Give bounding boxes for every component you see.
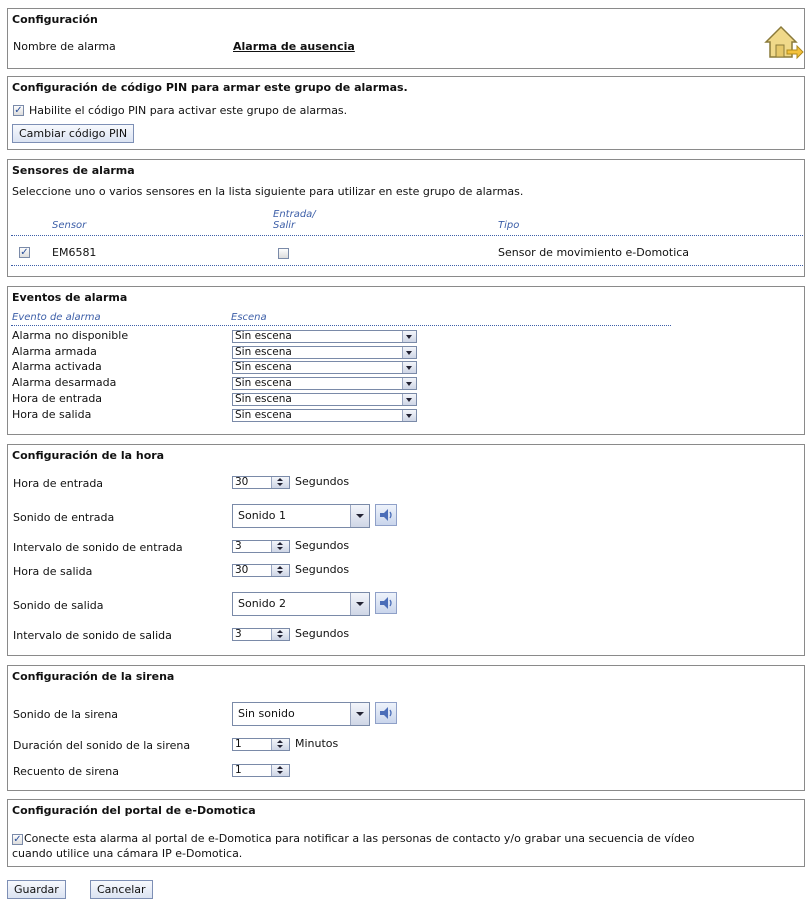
event-label: Alarma desarmada [12, 376, 117, 389]
alarm-name-value[interactable]: Alarma de ausencia [233, 40, 355, 53]
portal-connect-text-1: Conecte esta alarma al portal de e-Domot… [24, 832, 695, 845]
siren-duration-unit: Minutos [295, 737, 339, 750]
exit-sound-label: Sonido de salida [13, 599, 104, 612]
speaker-icon [380, 707, 392, 719]
time-title: Configuración de la hora [12, 449, 165, 462]
sensors-row-divider [11, 265, 803, 266]
siren-duration-label: Duración del sonido de la sirena [13, 739, 191, 752]
cancel-button[interactable]: Cancelar [90, 880, 153, 899]
config-title: Configuración [12, 13, 98, 26]
siren-title: Configuración de la sirena [12, 670, 175, 683]
siren-count-label: Recuento de sirena [13, 765, 120, 778]
siren-panel: Configuración de la sirena Sonido de la … [7, 665, 805, 791]
col-type-header: Tipo [498, 220, 520, 231]
entry-time-unit: Segundos [295, 475, 350, 488]
event-label: Hora de entrada [12, 392, 103, 405]
siren-sound-label: Sonido de la sirena [13, 708, 119, 721]
exit-interval-label: Intervalo de sonido de salida [13, 629, 172, 642]
pin-title: Configuración de código PIN para armar e… [12, 81, 408, 94]
exit-sound-play-button[interactable] [375, 592, 397, 614]
entry-sound-select[interactable]: Sonido 1 [232, 504, 370, 528]
event-scene-select[interactable]: Sin escena [232, 361, 417, 374]
siren-duration-stepper[interactable]: 1 [232, 738, 290, 751]
sensors-header-divider [11, 235, 803, 236]
col-entry-header-1: Entrada/ [273, 209, 316, 220]
change-pin-button[interactable]: Cambiar código PIN [12, 124, 135, 143]
portal-panel: Configuración del portal de e-Domotica ✓… [7, 799, 805, 867]
sensors-description: Seleccione uno o varios sensores en la l… [12, 185, 524, 198]
entry-time-label: Hora de entrada [13, 477, 104, 490]
exit-time-label: Hora de salida [13, 565, 93, 578]
entry-interval-unit: Segundos [295, 539, 350, 552]
sensor-name: EM6581 [52, 246, 97, 259]
speaker-icon [380, 597, 392, 609]
event-scene-select[interactable]: Sin escena [232, 330, 417, 343]
events-header-divider [11, 325, 671, 326]
col-scene-header: Escena [231, 312, 267, 323]
speaker-icon [380, 509, 392, 521]
sensors-panel: Sensores de alarma Seleccione uno o vari… [7, 159, 805, 277]
entry-sound-play-button[interactable] [375, 504, 397, 526]
event-scene-select[interactable]: Sin escena [232, 377, 417, 390]
alarm-name-label: Nombre de alarma [13, 40, 116, 53]
event-label: Alarma armada [12, 345, 97, 358]
exit-interval-unit: Segundos [295, 627, 350, 640]
entry-time-stepper[interactable]: 30 [232, 476, 290, 489]
col-entry-header-2: Salir [273, 220, 296, 231]
sensor-entry-exit-checkbox[interactable] [278, 248, 289, 259]
event-label: Alarma no disponible [12, 329, 129, 342]
sensor-select-checkbox[interactable]: ✓ [19, 247, 30, 258]
events-panel: Eventos de alarma Evento de alarma Escen… [7, 286, 805, 435]
pin-enable-label: Habilite el código PIN para activar este… [29, 104, 348, 117]
sensors-title: Sensores de alarma [12, 164, 135, 177]
save-button[interactable]: Guardar [7, 880, 66, 899]
event-scene-select[interactable]: Sin escena [232, 409, 417, 422]
event-scene-select[interactable]: Sin escena [232, 393, 417, 406]
siren-count-stepper[interactable]: 1 [232, 764, 290, 777]
exit-interval-stepper[interactable]: 3 [232, 628, 290, 641]
sensor-type: Sensor de movimiento e-Domotica [498, 246, 690, 259]
event-label: Hora de salida [12, 408, 92, 421]
portal-connect-text-2: cuando utilice una cámara IP e-Domotica. [12, 847, 243, 860]
col-event-header: Evento de alarma [12, 312, 101, 323]
portal-connect-checkbox[interactable]: ✓ [12, 834, 23, 845]
entry-interval-stepper[interactable]: 3 [232, 540, 290, 553]
home-exit-icon[interactable] [763, 23, 805, 61]
pin-enable-checkbox[interactable]: ✓ [13, 105, 24, 116]
col-sensor-header: Sensor [52, 220, 87, 231]
exit-time-unit: Segundos [295, 563, 350, 576]
entry-sound-label: Sonido de entrada [13, 511, 115, 524]
portal-title: Configuración del portal de e-Domotica [12, 804, 256, 817]
entry-interval-label: Intervalo de sonido de entrada [13, 541, 183, 554]
exit-time-stepper[interactable]: 30 [232, 564, 290, 577]
exit-sound-select[interactable]: Sonido 2 [232, 592, 370, 616]
siren-sound-play-button[interactable] [375, 702, 397, 724]
config-panel: Configuración Nombre de alarma Alarma de… [7, 8, 805, 69]
time-panel: Configuración de la hora Hora de entrada… [7, 444, 805, 656]
events-title: Eventos de alarma [12, 291, 128, 304]
event-scene-select[interactable]: Sin escena [232, 346, 417, 359]
event-label: Alarma activada [12, 360, 102, 373]
pin-panel: Configuración de código PIN para armar e… [7, 76, 805, 150]
siren-sound-select[interactable]: Sin sonido [232, 702, 370, 726]
